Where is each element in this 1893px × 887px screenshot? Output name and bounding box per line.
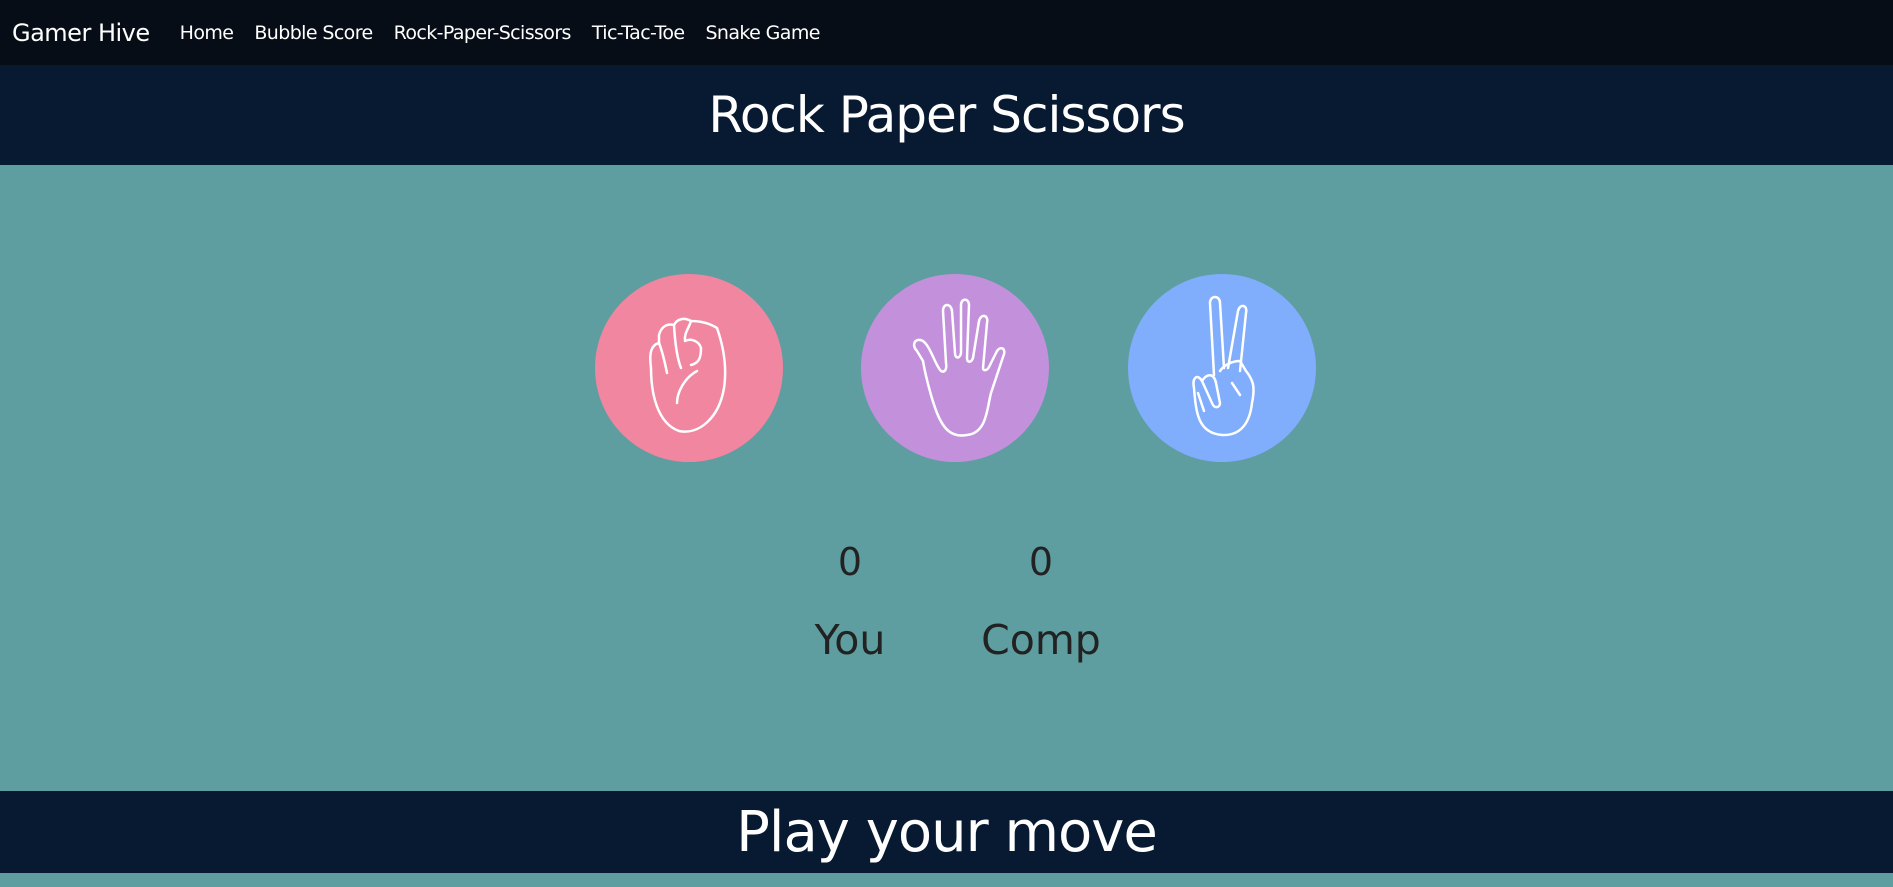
user-score: 0 [837,540,863,584]
brand-link[interactable]: Gamer Hive [12,19,150,47]
comp-score: 0 [1028,540,1054,584]
navbar: Gamer Hive Home Bubble Score Rock-Paper-… [0,0,1893,65]
peace-hand-icon [1192,295,1255,437]
page-header: Rock Paper Scissors [0,65,1893,165]
nav-tic-tac-toe[interactable]: Tic-Tac-Toe [592,22,685,44]
nav-home[interactable]: Home [180,22,234,44]
rock-choice-button[interactable] [595,274,783,462]
fist-icon [649,317,727,433]
comp-label: Comp [981,616,1101,664]
page-title: Rock Paper Scissors [708,86,1185,144]
result-banner: Play your move [0,791,1893,873]
result-message: Play your move [736,799,1158,865]
paper-choice-button[interactable] [861,274,1049,462]
open-hand-icon [912,298,1006,437]
game-area: 0 0 You Comp [0,165,1893,791]
user-label: You [814,616,886,664]
nav-bubble-score[interactable]: Bubble Score [254,22,373,44]
scissors-choice-button[interactable] [1128,274,1316,462]
nav-rock-paper-scissors[interactable]: Rock-Paper-Scissors [394,22,572,44]
nav-snake-game[interactable]: Snake Game [705,22,820,44]
